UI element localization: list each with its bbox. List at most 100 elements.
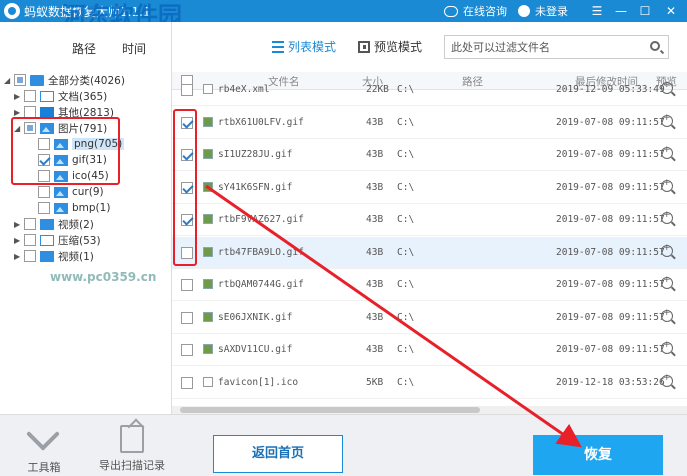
back-home-button[interactable]: 返回首页	[213, 435, 343, 473]
preview-zoom-icon[interactable]	[661, 80, 673, 94]
title-bar: 蚂蚁数据恢复大师1.1.1 河东软件园 在线咨询 未登录 ☰ — ☐ ✕	[0, 0, 687, 30]
file-modified-date: 2019-07-08 09:11:57	[556, 246, 665, 258]
preview-zoom-icon[interactable]	[661, 373, 673, 387]
table-row[interactable]: favicon[1].ico 5KB C:\ 2019-12-18 03:53:26	[172, 367, 687, 399]
toolbox-label: 工具箱	[27, 461, 61, 474]
file-modified-date: 2019-07-08 09:11:57	[556, 279, 665, 290]
preview-zoom-icon[interactable]	[661, 243, 673, 257]
checkbox[interactable]	[24, 218, 36, 230]
user-icon	[518, 5, 530, 17]
preview-zoom-icon[interactable]	[661, 275, 673, 289]
tree-item-archive[interactable]: ▶ 压缩(53)	[14, 232, 101, 248]
tree-item-documents[interactable]: ▶ 文档(365)	[14, 88, 107, 104]
archive-icon	[40, 234, 54, 246]
menu-button[interactable]: ☰	[586, 2, 608, 20]
file-modified-date: 2019-07-08 09:11:57	[556, 311, 665, 323]
tree-label: cur(9)	[72, 186, 104, 198]
table-row[interactable]: rtbF9VAZ627.gif 43B C:\ 2019-07-08 09:11:57	[172, 204, 687, 236]
row-checkbox[interactable]	[181, 279, 193, 291]
file-path: C:\	[397, 181, 415, 193]
export-scan-button[interactable]: 导出扫描记录	[92, 425, 172, 473]
file-name: sE06JXNIK.gif	[218, 311, 293, 323]
expand-arrow-icon[interactable]: ▶	[14, 92, 22, 101]
file-path: C:\	[397, 214, 415, 225]
tree-item-cur[interactable]: cur(9)	[38, 184, 104, 200]
annotation-box-picture-types	[11, 117, 120, 185]
horizontal-scrollbar[interactable]	[172, 406, 687, 414]
table-row[interactable]: sE06JXNIK.gif 43B C:\ 2019-07-08 09:11:57	[172, 302, 687, 334]
file-size: 43B	[366, 149, 384, 160]
file-modified-date: 2019-07-08 09:11:57	[556, 181, 665, 193]
maximize-button[interactable]: ☐	[634, 2, 656, 20]
list-icon	[272, 40, 284, 53]
url-watermark: www.pc0359.cn	[50, 270, 157, 284]
view-toolbar: 列表模式 预览模式	[172, 22, 687, 72]
checkbox[interactable]	[38, 186, 50, 198]
login-button[interactable]: 未登录	[518, 3, 568, 19]
table-row[interactable]: rtb47FBA9LO.gif 43B C:\ 2019-07-08 09:11:57	[172, 236, 687, 269]
table-row[interactable]: sI1UZ28JU.gif 43B C:\ 2019-07-08 09:11:57	[172, 139, 687, 171]
row-checkbox[interactable]	[181, 311, 193, 324]
file-modified-date: 2019-07-08 09:11:57	[556, 149, 665, 160]
list-mode-button[interactable]: 列表模式	[272, 38, 336, 55]
row-checkbox[interactable]	[181, 84, 193, 96]
annotation-box-checked-rows	[173, 109, 197, 266]
file-thumbnail-icon	[203, 214, 213, 224]
file-path: C:\	[397, 116, 415, 128]
recover-button[interactable]: 恢复	[533, 435, 663, 475]
preview-zoom-icon[interactable]	[661, 308, 673, 322]
preview-zoom-icon[interactable]	[661, 145, 673, 159]
file-size: 43B	[366, 116, 384, 128]
preview-zoom-icon[interactable]	[661, 210, 673, 224]
file-name: rtbX61U0LFV.gif	[218, 116, 304, 128]
file-size: 43B	[366, 214, 384, 225]
row-checkbox[interactable]	[181, 376, 193, 389]
close-button[interactable]: ✕	[660, 2, 682, 20]
tree-item-video-2[interactable]: ▶ 视频(1)	[14, 248, 94, 264]
file-thumbnail-icon	[203, 246, 213, 257]
file-name: sI1UZ28JU.gif	[218, 149, 293, 160]
tree-item-all[interactable]: ◢ 全部分类(4026)	[4, 72, 125, 88]
table-row[interactable]: rtbX61U0LFV.gif 43B C:\ 2019-07-08 09:11:57	[172, 107, 687, 139]
checkbox[interactable]	[14, 74, 26, 86]
toolbox-button[interactable]: 工具箱	[22, 425, 66, 475]
expand-arrow-icon[interactable]: ▶	[14, 108, 22, 117]
picture-icon	[54, 202, 68, 214]
file-name: rtb47FBA9LO.gif	[218, 246, 304, 258]
search-input[interactable]	[445, 36, 635, 58]
table-row[interactable]: rb4eX.xml 22KB C:\ 2019-12-09 05:33:49	[172, 74, 687, 106]
checkbox[interactable]	[24, 90, 36, 102]
file-thumbnail-icon	[203, 149, 213, 159]
tree-item-bmp[interactable]: bmp(1)	[38, 200, 110, 216]
list-mode-label: 列表模式	[288, 40, 337, 54]
file-name: rtbQAM0744G.gif	[218, 279, 304, 290]
preview-zoom-icon[interactable]	[661, 340, 673, 354]
tree-label: 压缩(53)	[58, 234, 101, 247]
expand-arrow-icon[interactable]: ▶	[14, 252, 22, 261]
file-size: 43B	[366, 279, 384, 290]
tab-time[interactable]: 时间	[122, 40, 146, 57]
preview-zoom-icon[interactable]	[661, 113, 673, 127]
preview-zoom-icon[interactable]	[661, 178, 673, 192]
checkbox[interactable]	[24, 234, 36, 246]
category-panel: 路径 时间 ◢ 全部分类(4026) ▶ 文档(365) ▶ 其他(2813) …	[0, 22, 172, 414]
preview-icon	[358, 40, 370, 53]
minimize-button[interactable]: —	[610, 2, 632, 20]
checkbox[interactable]	[38, 202, 50, 214]
tree-item-video[interactable]: ▶ 视频(2)	[14, 216, 94, 232]
online-help-button[interactable]: 在线咨询	[444, 3, 507, 19]
table-row[interactable]: sAXDV11CU.gif 43B C:\ 2019-07-08 09:11:57	[172, 334, 687, 366]
scrollbar-thumb[interactable]	[180, 407, 480, 413]
search-icon[interactable]	[650, 41, 660, 51]
tab-path[interactable]: 路径	[72, 40, 96, 57]
collapse-arrow-icon[interactable]: ◢	[4, 76, 12, 85]
expand-arrow-icon[interactable]: ▶	[14, 220, 22, 229]
table-row[interactable]: sY41K6SFN.gif 43B C:\ 2019-07-08 09:11:57	[172, 172, 687, 204]
expand-arrow-icon[interactable]: ▶	[14, 236, 22, 245]
checkbox[interactable]	[24, 250, 36, 262]
table-row[interactable]: rtbQAM0744G.gif 43B C:\ 2019-07-08 09:11:57	[172, 269, 687, 301]
preview-mode-button[interactable]: 预览模式	[358, 38, 422, 55]
row-checkbox[interactable]	[181, 344, 193, 356]
file-modified-date: 2019-12-09 05:33:49	[556, 84, 665, 95]
app-logo-icon	[4, 3, 20, 19]
